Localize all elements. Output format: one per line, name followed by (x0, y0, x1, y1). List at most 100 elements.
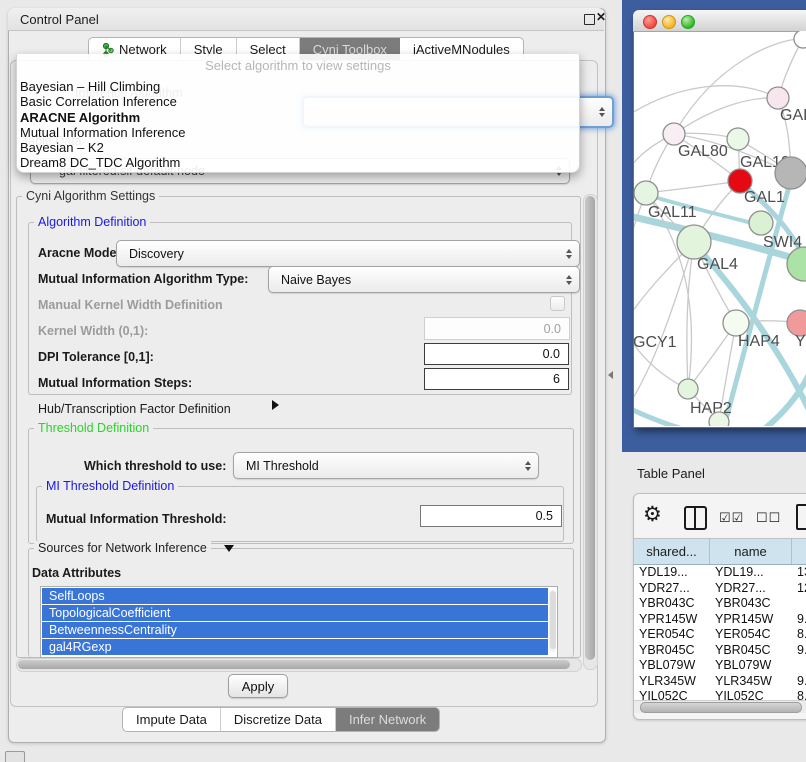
table-cell: YBR045C (634, 643, 710, 659)
list-scrollbar-thumb[interactable] (550, 591, 556, 649)
sources-group-title[interactable]: Sources for Network Inference (34, 541, 211, 555)
network-node[interactable] (787, 247, 806, 281)
table-horizontal-scrollbar-thumb[interactable] (640, 702, 802, 713)
table-cell: YBR043C (634, 596, 710, 612)
network-node-gal[interactable] (767, 87, 789, 109)
minimized-panel-button[interactable] (5, 751, 25, 762)
aracne-mode-combobox[interactable]: Discovery (116, 240, 580, 267)
window-minimize-icon[interactable] (662, 15, 676, 29)
table-row[interactable]: YBR045CYBR045C9. (634, 643, 806, 659)
kernel-width-field[interactable]: 0.0 (424, 317, 570, 340)
float-window-icon[interactable] (584, 14, 595, 25)
table-cell: YDR27... (634, 581, 710, 597)
table-row[interactable]: YDR27...YDR27...12 (634, 581, 806, 597)
attribute-item-topologicalcoefficient[interactable]: TopologicalCoefficient (42, 605, 548, 621)
network-edge[interactable] (758, 372, 806, 426)
bottom-tabbar: Impute DataDiscretize Data Infer Network (122, 707, 440, 732)
gear-icon[interactable]: ⚙ (643, 504, 662, 526)
apply-button[interactable]: Apply (228, 674, 288, 698)
network-edge[interactable] (674, 98, 778, 134)
algorithm-option-bayesian-hill-climbing[interactable]: Bayesian – Hill Climbing (20, 79, 576, 94)
algorithm-definition-title: Algorithm Definition (34, 215, 150, 229)
table-cell: 12 (792, 581, 806, 597)
collapse-arrow-icon[interactable] (224, 545, 234, 552)
deselect-all-checkboxes-icon[interactable]: ☐☐ (756, 510, 781, 526)
table-cell: YLR345W (634, 674, 710, 690)
tab-impute-data[interactable]: Impute Data (123, 708, 221, 731)
network-node-gal4[interactable] (677, 225, 711, 259)
mi-type-combobox[interactable]: Naive Bayes (268, 266, 580, 293)
network-edge[interactable] (646, 181, 740, 193)
attribute-item-betweennesscentrality[interactable]: BetweennessCentrality (42, 622, 548, 638)
algorithm-option-aracne-algorithm[interactable]: ARACNE Algorithm (20, 110, 576, 125)
node-label: GAL1 (744, 189, 785, 206)
table-cell: YBL079W (634, 658, 710, 674)
select-all-checkboxes-icon[interactable]: ☑☑ (719, 510, 744, 526)
column-header-shared[interactable]: shared... (634, 539, 710, 564)
tab-label: Infer Network (349, 712, 426, 727)
kernel-width-label: Kernel Width (0,1): (38, 324, 148, 338)
table-row[interactable]: YLR345WYLR345W9. (634, 674, 806, 690)
table-row[interactable]: YER054CYER054C8. (634, 627, 806, 643)
algorithm-option-dream8-dc-tdc-algorithm[interactable]: Dream8 DC_TDC Algorithm (20, 155, 576, 170)
network-node-gal11[interactable] (634, 181, 658, 205)
network-edge[interactable] (634, 193, 646, 300)
mi-steps-label: Mutual Information Steps: (38, 376, 192, 390)
algorithm-option-basic-correlation-inference[interactable]: Basic Correlation Inference (20, 94, 576, 109)
algorithm-option-mutual-information-inference[interactable]: Mutual Information Inference (20, 125, 576, 140)
network-window-titlebar[interactable] (633, 10, 806, 32)
window-zoom-icon[interactable] (681, 15, 695, 29)
hub-definition-expander[interactable]: Hub/Transcription Factor Definition (38, 402, 231, 416)
attribute-item-gal4rgexp[interactable]: gal4RGexp (42, 639, 548, 655)
table-cell (792, 596, 806, 612)
table-row[interactable]: YBL079WYBL079W (634, 658, 806, 674)
columns-icon[interactable] (684, 506, 707, 530)
network-node-gal10[interactable] (727, 128, 749, 150)
attribute-item-selfloops[interactable]: SelfLoops (42, 588, 548, 604)
node-label: GAL11 (648, 204, 697, 221)
algorithm-option-bayesian-k2[interactable]: Bayesian – K2 (20, 140, 576, 155)
vertical-scrollbar-thumb[interactable] (585, 196, 595, 660)
tab-infer-network[interactable]: Infer Network (336, 708, 439, 731)
network-node-hap2[interactable] (678, 379, 698, 399)
table-body: YDL19...YDL19...13YDR27...YDR27...12YBR0… (634, 565, 806, 701)
mi-threshold-group-title: MI Threshold Definition (42, 479, 178, 493)
data-attributes-list[interactable]: SelfLoopsTopologicalCoefficientBetweenne… (40, 586, 558, 658)
node-table: shared...nameA YDL19...YDL19...13YDR27..… (634, 538, 806, 701)
window-close-icon[interactable] (643, 15, 657, 29)
network-canvas[interactable]: GALGAL80GAL10GAL1GAL11SWI4GAL4GCY1HAP4YH… (634, 31, 806, 426)
network-node[interactable] (794, 31, 806, 48)
which-threshold-combobox[interactable]: MI Threshold (233, 452, 539, 479)
expander-arrow-icon[interactable] (272, 400, 279, 410)
table-row[interactable]: YBR043CYBR043C (634, 596, 806, 612)
node-label: GAL4 (697, 256, 738, 273)
mi-type-label: Mutual Information Algorithm Type: (38, 272, 248, 286)
splitter-handle-icon[interactable] (608, 371, 613, 379)
network-node-swi4[interactable] (749, 211, 773, 235)
list-scrollbar[interactable] (549, 590, 556, 652)
close-icon[interactable]: ✕ (596, 10, 606, 24)
network-node[interactable] (709, 412, 729, 426)
network-node-gal80[interactable] (663, 123, 685, 145)
tab-discretize-data[interactable]: Discretize Data (221, 708, 336, 731)
table-row[interactable]: YPR145WYPR145W9. (634, 612, 806, 628)
column-header-a[interactable]: A (792, 539, 806, 564)
horizontal-scrollbar-thumb[interactable] (18, 660, 570, 669)
which-threshold-value: MI Threshold (246, 459, 319, 473)
mi-steps-field[interactable]: 6 (424, 368, 569, 390)
aracne-mode-value: Discovery (129, 247, 184, 261)
table-cell: YDL19... (710, 565, 792, 581)
export-table-icon[interactable] (796, 504, 806, 530)
which-threshold-label: Which threshold to use: (84, 459, 226, 473)
manual-kernel-checkbox[interactable] (550, 296, 565, 311)
mi-threshold-field[interactable]: 0.5 (420, 505, 562, 527)
table-cell: 13 (792, 565, 806, 581)
node-label: HAP4 (738, 333, 780, 350)
dpi-tolerance-field[interactable]: 0.0 (424, 343, 569, 365)
table-cell: YBL079W (710, 658, 792, 674)
table-row[interactable]: YDL19...YDL19...13 (634, 565, 806, 581)
table-cell: YBR043C (710, 596, 792, 612)
network-node[interactable] (775, 157, 806, 189)
control-panel-title: Control Panel (20, 12, 99, 27)
column-header-name[interactable]: name (710, 539, 792, 564)
